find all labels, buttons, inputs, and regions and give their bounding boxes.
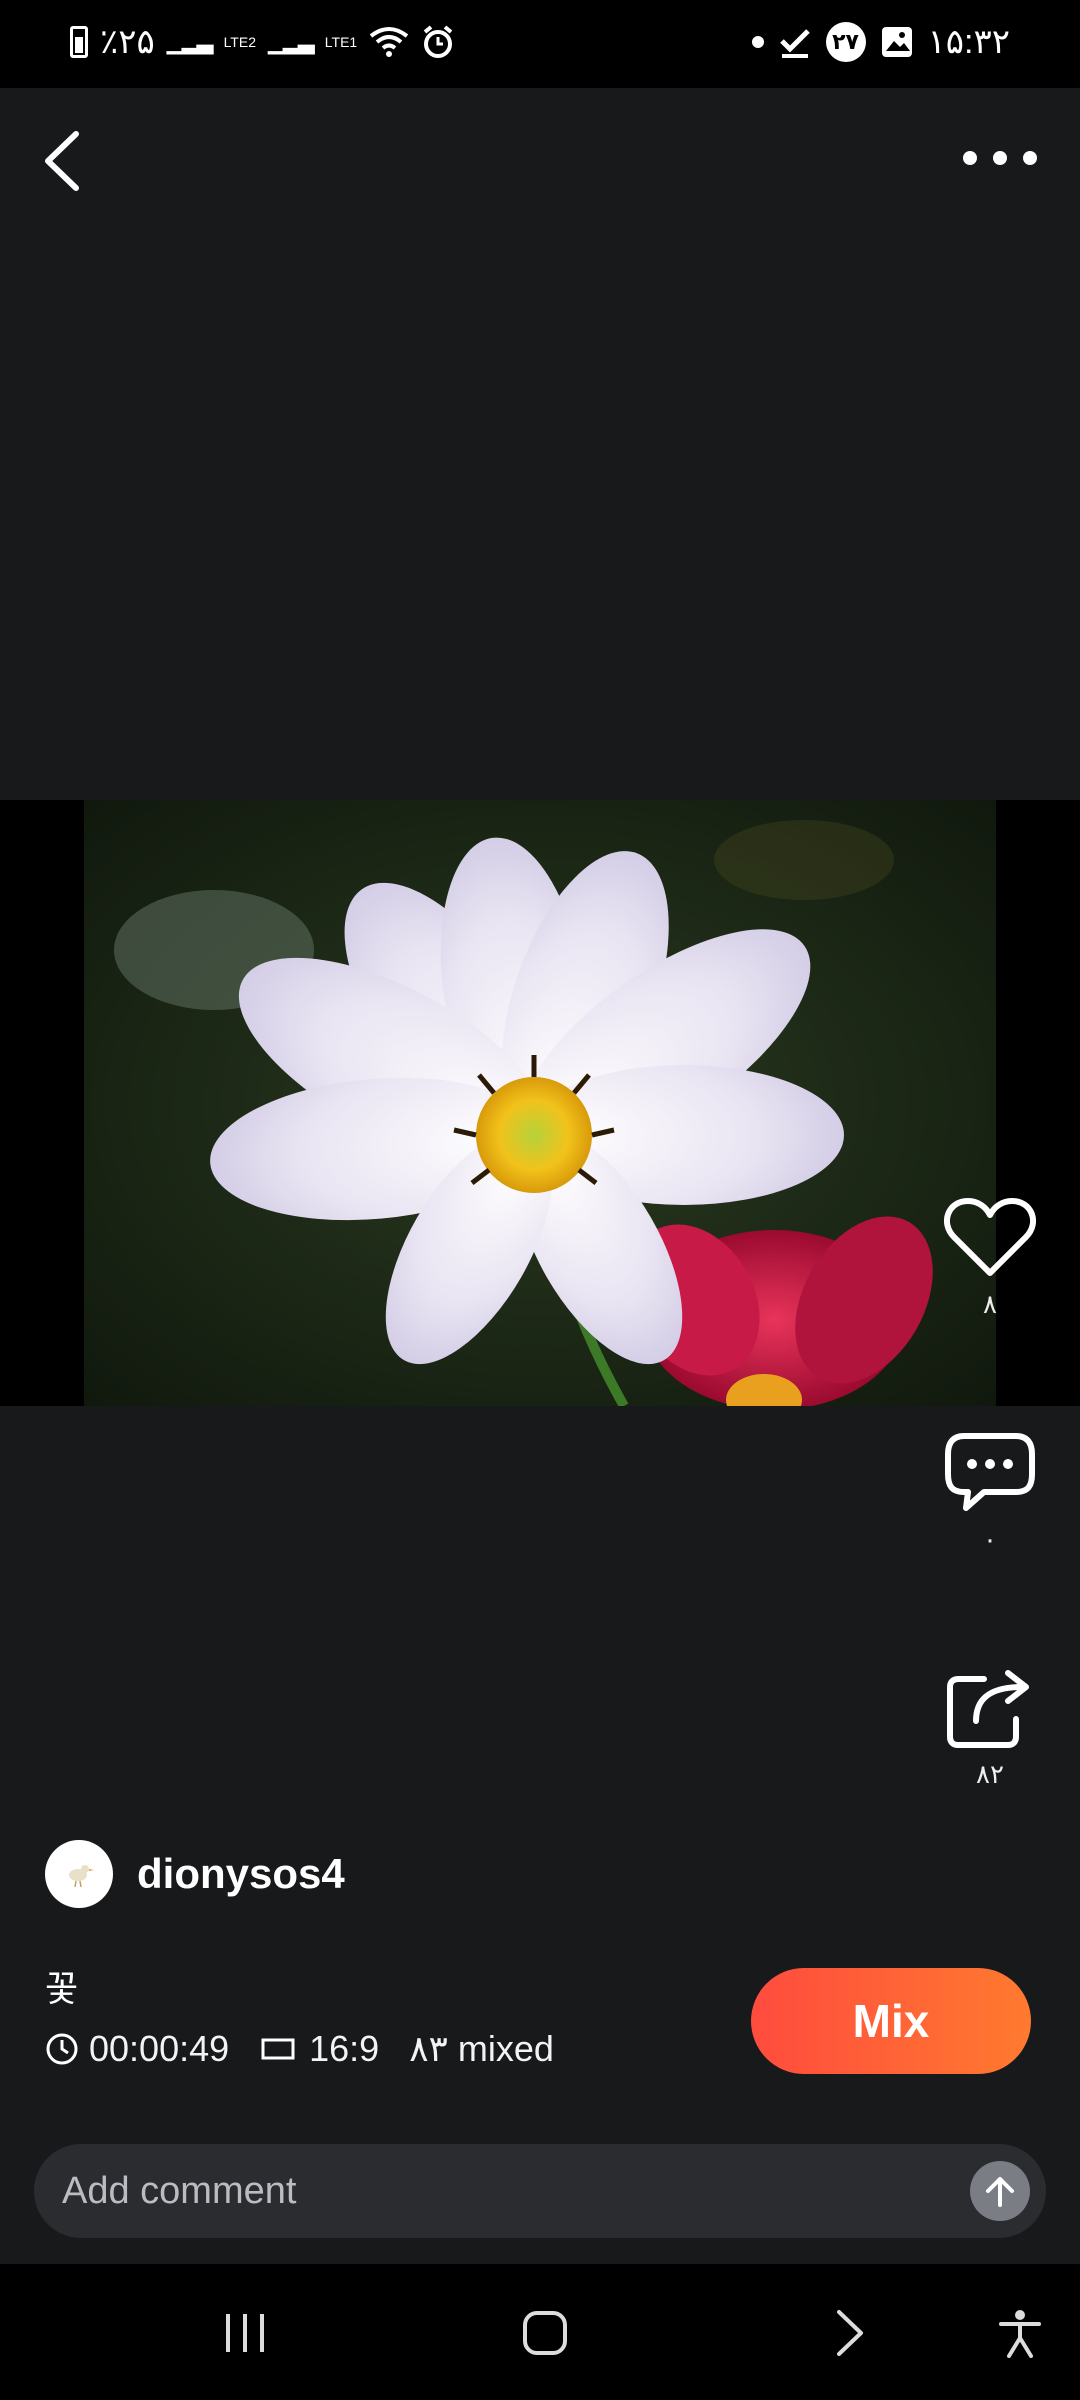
like-action[interactable]: ۸ <box>940 1195 1040 1320</box>
mixed-item: ۸۳ mixed <box>409 2028 554 2070</box>
comment-input[interactable] <box>34 2168 970 2214</box>
lte1-label: LTE1 <box>324 34 358 50</box>
gallery-icon <box>881 27 912 57</box>
battery-level: ٪۲۵ <box>100 23 155 61</box>
aspect-ratio-icon <box>261 2038 295 2060</box>
forward-icon[interactable] <box>825 2308 875 2358</box>
arrow-up-icon <box>986 2177 1014 2207</box>
signal-icon: ▁▂▃ <box>166 29 214 54</box>
share-count: ۸۲ <box>976 1759 1004 1789</box>
share-action[interactable]: ۸۲ <box>940 1665 1040 1790</box>
like-count: ۸ <box>983 1289 997 1319</box>
aspect-item: 16:9 <box>259 2028 379 2070</box>
heart-icon[interactable] <box>944 1195 1036 1279</box>
system-nav-bar <box>0 2264 1080 2400</box>
status-bar: ٪۲۵ ▁▂▃ LTE2 ▁▂▃ LTE1 ۲۷ ۱۵:۳۲ <box>0 0 1080 88</box>
author-row[interactable]: dionysos4 <box>45 1840 345 1908</box>
send-button[interactable] <box>970 2161 1030 2221</box>
top-bar <box>0 88 1080 233</box>
mixed-count: ۸۳ mixed <box>409 2028 554 2069</box>
alarm-icon <box>423 25 453 58</box>
accessibility-icon[interactable] <box>995 2308 1045 2358</box>
mix-button[interactable]: Mix <box>751 1968 1031 2074</box>
back-icon[interactable] <box>36 126 96 196</box>
signal-icon: ▁▂▃ <box>268 29 315 54</box>
battery-icon <box>70 26 88 58</box>
comment-action[interactable]: ۰ <box>940 1430 1040 1555</box>
share-icon[interactable] <box>944 1665 1036 1749</box>
clock: ۱۵:۳۲ <box>927 23 1011 61</box>
notification-count-badge: ۲۷ <box>825 22 866 62</box>
duration-item: 00:00:49 <box>45 2028 229 2070</box>
comment-count: ۰ <box>983 1524 997 1554</box>
clock-icon <box>46 2033 78 2065</box>
aspect-ratio: 16:9 <box>309 2028 380 2069</box>
notification-dot-icon <box>751 36 764 48</box>
username[interactable]: dionysos4 <box>137 1850 345 1898</box>
media-area <box>0 800 1080 1406</box>
recent-apps-icon[interactable] <box>220 2308 270 2358</box>
post-caption: 꽃 <box>45 1968 79 2009</box>
comment-bar <box>34 2144 1046 2238</box>
more-options-icon[interactable] <box>960 138 1040 178</box>
post-meta: 00:00:49 16:9 ۸۳ mixed <box>45 2028 584 2070</box>
check-icon <box>779 29 810 58</box>
duration: 00:00:49 <box>89 2028 230 2069</box>
lte2-label: LTE2 <box>223 34 256 50</box>
comment-icon[interactable] <box>944 1430 1036 1514</box>
home-icon[interactable] <box>520 2308 570 2358</box>
flower-photo[interactable] <box>84 800 996 1406</box>
bird-icon <box>69 1865 94 1888</box>
wifi-icon <box>369 27 409 57</box>
avatar[interactable] <box>45 1840 113 1908</box>
